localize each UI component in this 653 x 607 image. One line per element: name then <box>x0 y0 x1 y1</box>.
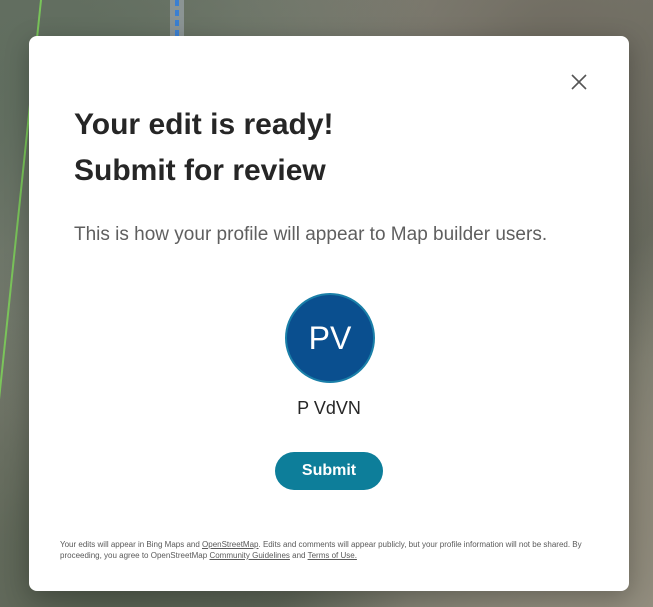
submit-review-dialog: Your edit is ready! Submit for review Th… <box>29 36 629 591</box>
terms-of-use-link[interactable]: Terms of Use. <box>308 551 357 560</box>
dialog-subtitle: This is how your profile will appear to … <box>74 224 548 245</box>
close-button[interactable] <box>569 72 589 92</box>
dialog-title-line1: Your edit is ready! <box>74 108 334 141</box>
community-guidelines-link[interactable]: Community Guidelines <box>209 551 289 560</box>
footer-text-1: Your edits will appear in Bing Maps and <box>60 540 203 549</box>
submit-button[interactable]: Submit <box>275 452 383 490</box>
openstreetmap-link[interactable]: OpenStreetMap <box>202 540 258 549</box>
footer-text-3: and <box>289 551 308 560</box>
map-route-line <box>175 0 179 40</box>
profile-name: P VdVN <box>297 398 361 418</box>
legal-footer: Your edits will appear in Bing Maps and … <box>60 539 600 561</box>
dialog-title-line2: Submit for review <box>74 154 326 187</box>
dialog-title: Your edit is ready! Submit for review <box>74 102 334 194</box>
avatar: PV <box>285 293 375 383</box>
close-icon <box>571 74 587 90</box>
